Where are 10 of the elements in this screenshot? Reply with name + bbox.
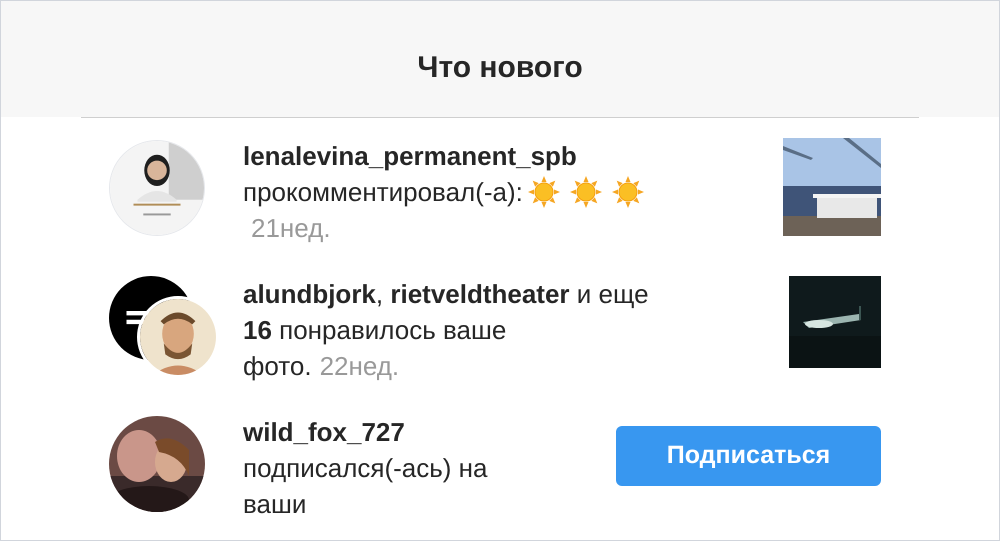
- sun-icon: [568, 175, 603, 209]
- timestamp: 21нед.: [251, 212, 331, 245]
- screen-title: Что нового: [417, 50, 583, 86]
- username[interactable]: lenalevina_permanent_spb: [243, 138, 577, 174]
- notification-text: подписался(-ась) на ваши: [243, 452, 488, 521]
- sun-icon: [610, 175, 645, 209]
- sun-icon: [526, 175, 561, 209]
- username[interactable]: wild_fox_727: [243, 414, 405, 450]
- notification-text: alundbjork, rietveldtheater и еще 16 понравилось ваше фото. 22нед.: [243, 278, 650, 383]
- notification-text: прокомментировал(-а):: [243, 176, 523, 209]
